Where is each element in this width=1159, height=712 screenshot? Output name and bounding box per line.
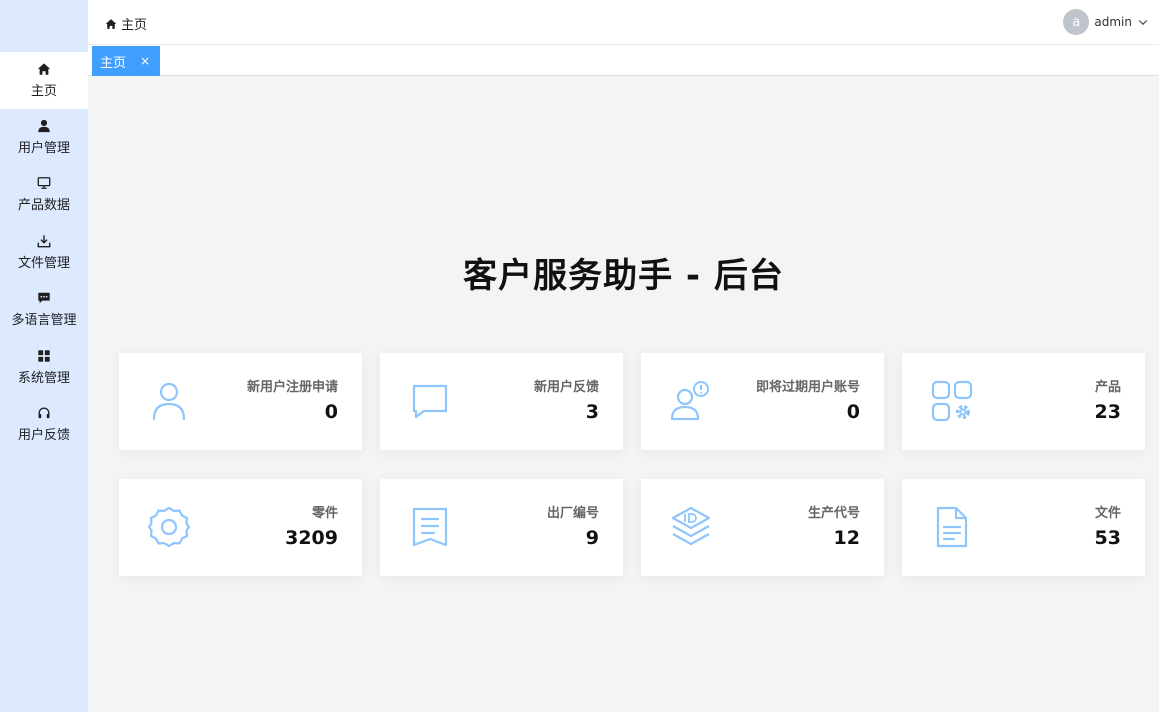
sidebar-item-label: 用户管理 [17,141,70,156]
card-value: 0 [846,401,860,423]
tab-label: 主页 [100,55,127,71]
user-icon [147,379,191,423]
card-label: 零件 [311,506,338,521]
card-value: 3 [585,401,599,423]
card-label: 出厂编号 [546,506,599,521]
card-label: 新用户反馈 [533,380,599,395]
sidebar-item-i18n[interactable]: 多语言管理 [0,281,88,338]
user-menu[interactable]: a admin [1063,9,1149,35]
sidebar-item-label: 多语言管理 [11,313,77,328]
card-label: 即将过期用户账号 [755,380,860,395]
sidebar-item-files[interactable]: 文件管理 [0,224,88,281]
card-label: 文件 [1094,506,1121,521]
sidebar: 主页 用户管理 产品数据 文件管理 多语言管理 系统管理 用户反馈 [0,0,88,712]
stat-card-parts[interactable]: 零件 3209 [119,479,362,576]
stat-card-expiring-accounts[interactable]: 即将过期用户账号 0 [641,353,884,450]
download-icon [37,234,51,248]
sidebar-item-system[interactable]: 系统管理 [0,339,88,396]
card-value: 53 [1094,527,1121,549]
document-icon [408,505,452,549]
card-value: 3209 [285,527,338,549]
sidebar-item-label: 主页 [30,84,57,99]
card-label: 新用户注册申请 [246,380,338,395]
id-layers-icon [669,505,713,549]
sidebar-item-label: 产品数据 [17,198,70,213]
close-icon[interactable]: × [140,54,150,68]
stat-card-new-registrations[interactable]: 新用户注册申请 0 [119,353,362,450]
chat-icon [37,291,51,305]
sidebar-item-label: 系统管理 [17,371,70,386]
grid-icon [37,349,51,363]
tab-home[interactable]: 主页 × [92,46,160,76]
stat-card-files[interactable]: 文件 53 [902,479,1145,576]
sidebar-item-users[interactable]: 用户管理 [0,109,88,166]
chat-bubble-icon [408,379,452,423]
stat-card-serial-numbers[interactable]: 出厂编号 9 [380,479,623,576]
card-value: 9 [585,527,599,549]
page-title: 客户服务助手 - 后台 [463,256,784,296]
sidebar-item-home[interactable]: 主页 [0,52,88,109]
chevron-down-icon [1138,20,1148,25]
user-alert-icon [669,379,713,423]
sidebar-item-feedback[interactable]: 用户反馈 [0,396,88,453]
gear-icon [147,505,191,549]
tab-bar: 主页 × [88,45,1159,76]
card-value: 0 [324,401,338,423]
monitor-icon [37,176,51,190]
home-icon [105,18,117,29]
file-icon [930,505,974,549]
avatar[interactable]: a [1063,9,1090,35]
top-bar: 主页 a admin [88,0,1159,45]
breadcrumb-label: 主页 [121,18,148,33]
stat-card-products[interactable]: 产品 23 [902,353,1145,450]
stat-card-new-feedback[interactable]: 新用户反馈 3 [380,353,623,450]
sidebar-item-products[interactable]: 产品数据 [0,166,88,223]
headset-icon [37,406,51,420]
card-label: 产品 [1094,380,1121,395]
card-value: 12 [833,527,860,549]
card-label: 生产代号 [807,506,860,521]
username: admin [1094,15,1132,29]
stat-card-production-codes[interactable]: 生产代号 12 [641,479,884,576]
apps-settings-icon [930,379,974,423]
sidebar-item-label: 用户反馈 [17,428,70,443]
home-icon [37,62,51,76]
breadcrumb[interactable]: 主页 [105,14,147,33]
logo-area [0,0,88,52]
user-icon [37,119,51,133]
sidebar-item-label: 文件管理 [17,256,70,271]
card-value: 23 [1094,401,1121,423]
